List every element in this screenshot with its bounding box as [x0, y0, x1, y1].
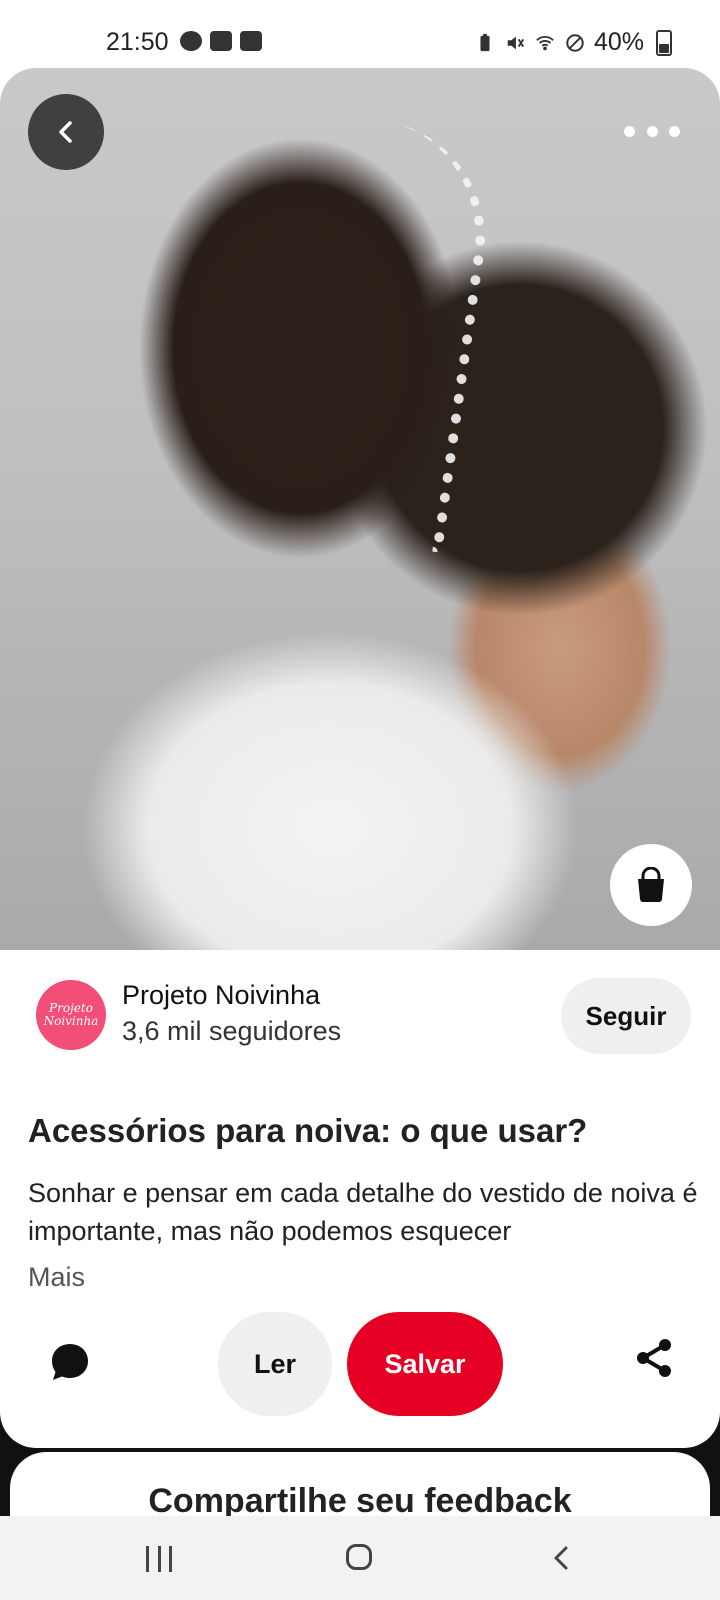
pin-title: Acessórios para noiva: o que usar? — [28, 1112, 588, 1149]
shop-button[interactable] — [610, 844, 692, 926]
more-options-button[interactable] — [624, 116, 680, 146]
pin-description: Sonhar e pensar em cada detalhe do vesti… — [28, 1178, 698, 1246]
battery-percentage: 40% — [593, 28, 644, 56]
creator-name[interactable]: Projeto Noivinha — [122, 980, 320, 1011]
more-link[interactable]: Mais — [28, 1262, 85, 1293]
chrome-icon — [180, 31, 202, 51]
recent-apps-icon-bar — [157, 1546, 161, 1572]
tiara-decoration — [313, 118, 501, 554]
gallery-icon — [210, 31, 232, 51]
more-icon-dot — [669, 125, 680, 137]
share-icon[interactable] — [632, 1336, 676, 1380]
wifi-icon — [536, 35, 554, 50]
follow-button[interactable]: Seguir — [561, 978, 691, 1054]
save-button[interactable]: Salvar — [347, 1312, 503, 1416]
mute-icon — [507, 36, 524, 49]
status-right-icons: 40% — [474, 28, 672, 57]
data-saver-icon — [240, 31, 262, 51]
do-not-disturb-icon — [566, 33, 584, 52]
creator-avatar[interactable]: Projeto Noivinha — [36, 980, 106, 1050]
battery-saver-icon — [480, 33, 490, 51]
read-button[interactable]: Ler — [218, 1312, 332, 1416]
pin-card: Projeto Noivinha Projeto Noivinha 3,6 mi… — [0, 68, 720, 1448]
recent-apps-icon-bar — [146, 1546, 149, 1572]
pin-image[interactable] — [0, 68, 720, 950]
home-button[interactable] — [346, 1544, 372, 1570]
more-icon-dot — [624, 125, 635, 137]
nav-back-icon[interactable] — [548, 1544, 576, 1572]
creator-followers: 3,6 mil seguidores — [122, 1016, 342, 1046]
recent-apps-icon-bar — [169, 1546, 172, 1572]
system-nav-bar — [0, 1516, 720, 1600]
recent-apps-button[interactable] — [146, 1546, 172, 1572]
status-left-icons — [180, 31, 262, 51]
battery-icon — [656, 29, 672, 56]
shopping-bag-icon — [638, 867, 664, 902]
back-button[interactable] — [28, 94, 104, 170]
status-bar: 21:50 40% — [0, 0, 720, 68]
status-time: 21:50 — [106, 28, 169, 56]
back-icon — [59, 121, 72, 143]
comment-icon[interactable] — [48, 1340, 92, 1384]
more-icon-dot — [646, 125, 658, 137]
